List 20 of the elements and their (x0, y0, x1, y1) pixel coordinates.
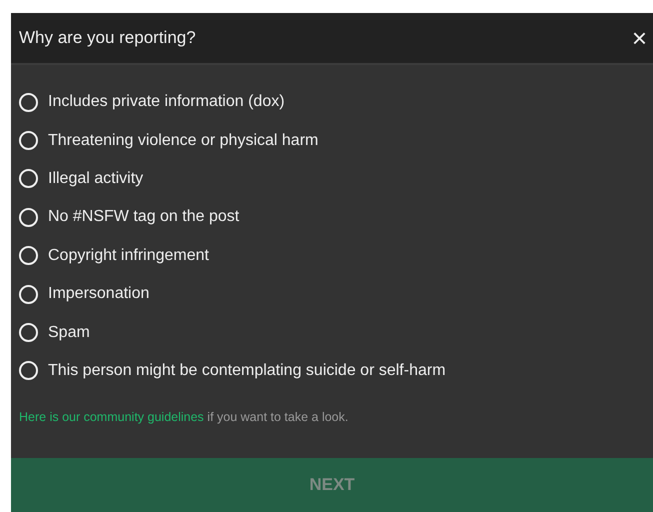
radio-button[interactable] (19, 246, 38, 266)
radio-button[interactable] (19, 131, 38, 150)
radio-button[interactable] (19, 323, 38, 342)
radio-button[interactable] (19, 169, 38, 188)
radio-button[interactable] (19, 361, 38, 380)
radio-button[interactable] (19, 92, 38, 112)
option-label[interactable]: No #NSFW tag on the post (48, 208, 240, 226)
guidelines-link[interactable]: Here is our community guidelines (19, 410, 204, 424)
radio-button[interactable] (19, 284, 38, 304)
guidelines-note: Here is our community guidelines if you want to take a look. (19, 410, 350, 424)
close-button[interactable]: × (630, 25, 649, 51)
option-label[interactable]: Includes private information (dox) (48, 93, 285, 112)
radio-button[interactable] (19, 208, 38, 227)
option-label[interactable]: Spam (48, 324, 90, 342)
option-label[interactable]: Threatening violence or physical harm (48, 132, 318, 150)
option-label[interactable]: Impersonation (48, 285, 150, 304)
option-label[interactable]: Copyright infringement (48, 246, 209, 265)
option-label[interactable]: Illegal activity (48, 170, 144, 188)
option-label[interactable]: This person might be contemplating suicide or self-harm (48, 362, 446, 380)
dialog-title: Why are you reporting? (19, 28, 196, 48)
